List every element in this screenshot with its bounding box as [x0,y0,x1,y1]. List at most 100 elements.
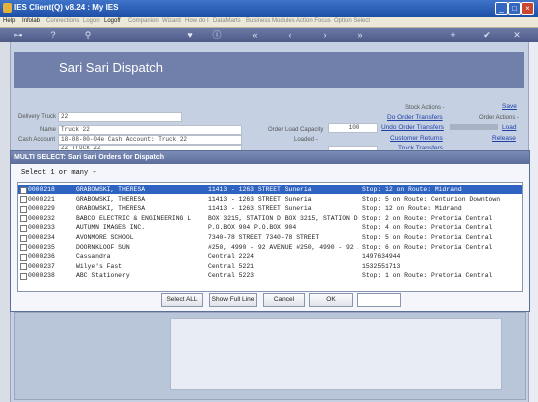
menu-how-do-i[interactable]: How do I [185,18,209,24]
row-checkbox[interactable] [20,205,27,213]
order-row[interactable]: 0000229 GRABOWSKI, THERESA 11413 - 1263 ST… [18,204,522,213]
order-load-capacity-field[interactable]: 100 [328,123,378,133]
minimize-button[interactable]: _ [495,2,508,15]
order-list[interactable]: 0000218 GRABOWSKI, THERESA 11413 - 1263 ST… [17,182,523,292]
order-row[interactable]: 0000237 Wilye's Fast Central 5221 153255171… [18,262,522,271]
order-id: 0000238 [28,272,55,280]
load-link[interactable]: Load [502,124,516,131]
order-row[interactable]: 0000218 GRABOWSKI, THERESA 11413 - 1263 ST… [18,185,522,194]
customer-address: P.O.BOX 904 P.O.BOX 904 [208,224,297,232]
dialog-input-field[interactable] [357,293,401,307]
order-id: 0000235 [28,243,55,251]
back-icon[interactable]: ‹ [285,30,295,40]
customer-name: AVONMORE SCHOOL [76,234,134,241]
route-stop: Stop: 5 on Route: Pretoria Central [362,234,493,241]
customer-name: DOORNKLOOF SUN [76,243,130,251]
menu-help[interactable]: Help [3,18,15,24]
order-id: 0000237 [28,262,55,270]
order-id: 0000233 [28,224,55,232]
cancel-button[interactable]: Cancel [263,293,305,307]
row-checkbox[interactable] [20,234,27,242]
customer-name: Wilye's Fast [76,262,123,270]
route-stop: Stop: 1 on Route: Pretoria Central [362,272,493,280]
menu-option-select[interactable]: Option Select [334,18,370,24]
customer-address: BOX 3215, STATION D BOX 3215, STATION D [208,214,358,222]
menu-bar: Help Infolab Connections Logon Logoff Co… [0,17,538,28]
customer-address: 11413 - 1263 STREET Suneria [208,186,312,193]
undo-order-transfers-link[interactable]: Undo Order Transfers [381,124,444,131]
order-row[interactable]: 0000232 BABCO ELECTRIC & ENGINEERING L BOX… [18,214,522,223]
ok-button[interactable]: OK [309,293,353,307]
menu-companion[interactable]: Companion [128,18,159,24]
row-checkbox[interactable] [20,186,27,194]
delivery-truck-field[interactable]: 22 [58,112,182,122]
close-button[interactable]: × [521,2,534,15]
forward-icon[interactable]: › [320,30,330,40]
release-link[interactable]: Release [492,135,516,142]
delivery-truck-label: Delivery Truck [18,114,57,120]
do-order-transfers-link[interactable]: Do Order Transfers [387,114,443,121]
select-all-button[interactable]: Select ALL [161,293,203,307]
rewind-icon[interactable]: « [250,30,260,40]
check-icon[interactable]: ✔ [482,30,492,40]
menu-wizard[interactable]: Wizard [162,18,181,24]
bottom-inner-panel [170,318,502,390]
customer-name: ABC Stationery [76,272,130,280]
route-stop: Stop: 2 on Route: Pretoria Central [362,214,493,222]
search-icon[interactable]: ⚲ [83,30,93,40]
customer-address: Central 5223 [208,272,255,280]
order-row[interactable]: 0000234 AVONMORE SCHOOL 7340-78 STREET 734… [18,233,522,242]
window-title: IES Client(Q) v8.24 : My IES [14,3,119,12]
order-row[interactable]: 0000235 DOORNKLOOF SUN #250, 4990 - 92 AVE… [18,243,522,252]
route-stop: 1497634944 [362,253,401,261]
customer-returns-link[interactable]: Customer Returns [390,135,443,142]
info-icon[interactable]: ⓘ [212,30,222,40]
show-full-line-button[interactable]: Show Full Line [209,293,257,307]
maximize-button[interactable]: □ [508,2,521,15]
cash-account-label: Cash Account [18,137,56,143]
customer-name: Cassandra [76,253,111,261]
order-row[interactable]: 0000236 Cassandra Central 2224 1497634944 [18,252,522,261]
row-checkbox[interactable] [20,215,27,223]
dialog-prompt: Select 1 or many - [21,169,97,177]
route-stop: Stop: 12 on Route: Midrand [362,205,462,213]
route-stop: Stop: 12 on Route: Midrand [362,186,462,193]
order-row[interactable]: 0000238 ABC Stationery Central 5223 Stop: 1… [18,271,522,280]
name-field[interactable]: Truck 22 [58,125,242,135]
customer-address: Central 5221 [208,262,255,270]
row-checkbox[interactable] [20,196,27,204]
menu-business-modules[interactable]: Business Modules [246,18,295,24]
menu-infolab[interactable]: Infolab [22,18,40,24]
help-icon[interactable]: ? [48,30,58,40]
cash-account-field[interactable]: 18-08-00-04e Cash Account: Truck 22 [58,135,242,145]
menu-connections[interactable]: Connections [46,18,79,24]
customer-name: BABCO ELECTRIC & ENGINEERING L [76,214,192,222]
order-row[interactable]: 0000233 AUTUMN IMAGES INC. P.O.BOX 904 P.O… [18,223,522,232]
menu-logoff[interactable]: Logoff [104,18,121,24]
menu-action-focus[interactable]: Action Focus [296,18,331,24]
customer-address: 7340-78 STREET 7340-78 STREET [208,234,320,241]
key-icon[interactable]: ⊶ [8,30,28,40]
row-checkbox[interactable] [20,263,27,271]
customer-name: GRABOWSKI, THERESA [76,205,146,213]
cancel-icon[interactable]: ✕ [512,30,522,40]
row-checkbox[interactable] [20,244,27,252]
route-stop: Stop: 6 on Route: Pretoria Central [362,243,493,251]
window-title-bar: IES Client(Q) v8.24 : My IES _ □ × [0,0,538,17]
add-icon[interactable]: + [448,30,458,40]
heart-icon[interactable]: ♥ [185,30,195,40]
menu-datamarts[interactable]: DataMarts [213,18,241,24]
row-checkbox[interactable] [20,224,27,232]
save-link[interactable]: Save [502,103,517,110]
menu-logon[interactable]: Logon [83,18,100,24]
order-row[interactable]: 0000221 GRABOWSKI, THERESA 11413 - 1263 ST… [18,195,522,204]
row-checkbox[interactable] [20,253,27,261]
fast-forward-icon[interactable]: » [355,30,365,40]
row-checkbox[interactable] [20,272,27,280]
customer-name: GRABOWSKI, THERESA [76,195,146,203]
app-logo-icon [3,3,12,13]
customer-address: #250, 4990 - 92 AVENUE #250, 4990 - 92 A [208,243,358,251]
truck-transfers-link[interactable]: Truck Transfers [398,145,443,149]
customer-address: Central 2224 [208,253,255,261]
dialog-button-bar: Select ALL Show Full Line Cancel OK [11,291,529,309]
